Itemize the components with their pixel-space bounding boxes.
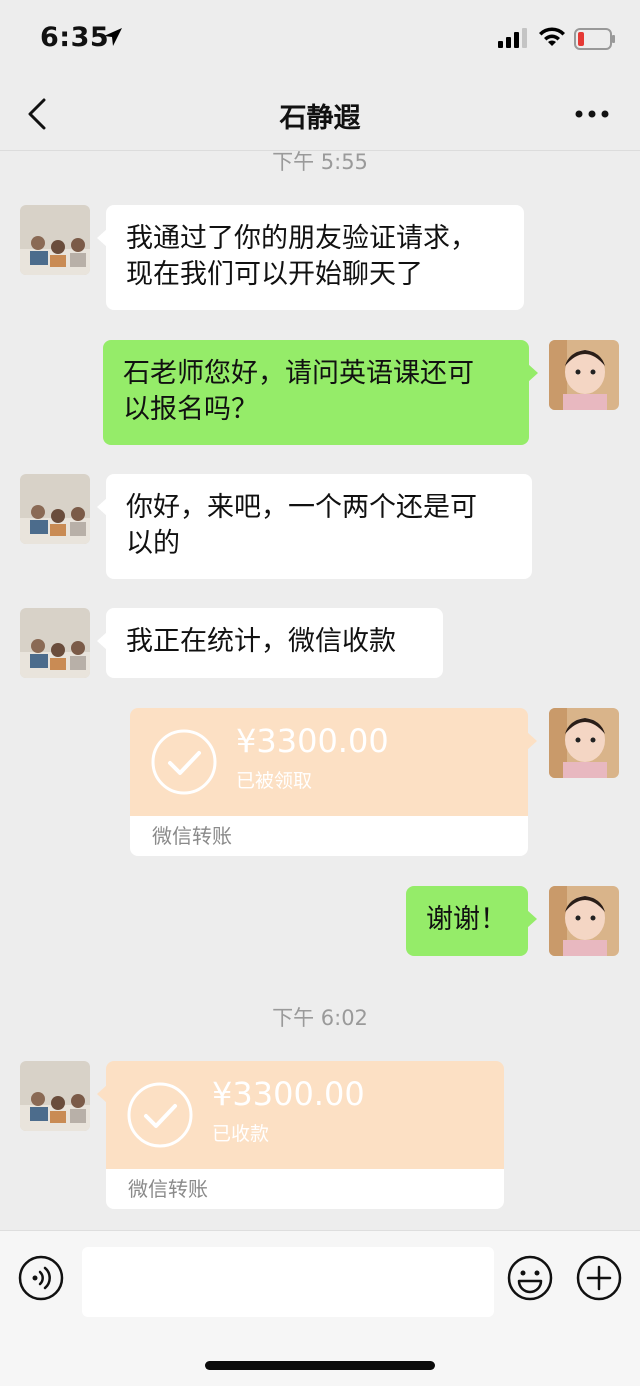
more-icon[interactable] <box>574 108 610 120</box>
user-avatar[interactable] <box>549 340 619 410</box>
timestamp: 下午 5:55 <box>272 150 368 174</box>
signal-icon <box>498 28 527 48</box>
user-avatar[interactable] <box>549 886 619 956</box>
emoji-icon[interactable] <box>507 1255 553 1301</box>
status-time: 6:35 <box>40 22 110 53</box>
message-bubble[interactable]: 石老师您好，请问英语课还可 以报名吗？ <box>103 340 538 445</box>
contact-avatar[interactable] <box>20 474 90 544</box>
message-bubble[interactable]: 谢谢！ <box>406 886 537 956</box>
wifi-icon <box>539 27 565 46</box>
transfer-amount: ¥3300.00 <box>236 722 389 760</box>
contact-avatar[interactable] <box>20 1061 90 1131</box>
message-text: 我正在统计，微信收款 <box>126 626 396 657</box>
message-text: 石老师您好，请问英语课还可 <box>123 358 474 389</box>
contact-avatar[interactable] <box>20 205 90 275</box>
timestamp: 下午 6:02 <box>272 1006 368 1030</box>
transfer-amount: ¥3300.00 <box>212 1075 365 1113</box>
plus-icon[interactable] <box>576 1255 622 1301</box>
message-text: 你好，来吧，一个两个还是可 <box>126 492 477 523</box>
message-text: 现在我们可以开始聊天了 <box>126 259 423 290</box>
transfer-card[interactable]: ¥3300.00 已收款 微信转账 <box>97 1061 504 1210</box>
battery-icon <box>574 28 615 50</box>
location-arrow-icon <box>104 28 122 46</box>
transfer-label: 微信转账 <box>106 1169 504 1209</box>
contact-avatar[interactable] <box>20 608 90 678</box>
message-text: 我通过了你的朋友验证请求， <box>126 223 477 254</box>
chat-title: 石静遐 <box>279 103 361 134</box>
transfer-label: 微信转账 <box>130 816 528 856</box>
transfer-card[interactable]: ¥3300.00 已被领取 微信转账 <box>130 708 537 857</box>
check-icon <box>151 729 217 795</box>
message-bubble[interactable]: 我正在统计，微信收款 <box>97 608 443 678</box>
user-avatar[interactable] <box>549 708 619 778</box>
message-bubble[interactable]: 你好，来吧，一个两个还是可 以的 <box>97 474 532 579</box>
message-input[interactable] <box>82 1247 494 1317</box>
message-text: 谢谢！ <box>426 904 507 935</box>
message-text: 以报名吗？ <box>123 394 258 425</box>
nav-bar: 石静遐 <box>0 80 640 151</box>
transfer-status: 已被领取 <box>236 770 313 792</box>
message-bubble[interactable]: 我通过了你的朋友验证请求， 现在我们可以开始聊天了 <box>97 205 524 310</box>
transfer-card-top: ¥3300.00 已被领取 <box>130 708 528 816</box>
voice-icon[interactable] <box>18 1255 64 1301</box>
status-bar: 6:35 <box>0 0 640 80</box>
transfer-status: 已收款 <box>212 1123 270 1145</box>
transfer-card-top: ¥3300.00 已收款 <box>106 1061 504 1169</box>
message-text: 以的 <box>126 528 180 559</box>
home-indicator <box>205 1361 435 1370</box>
check-icon <box>127 1082 193 1148</box>
